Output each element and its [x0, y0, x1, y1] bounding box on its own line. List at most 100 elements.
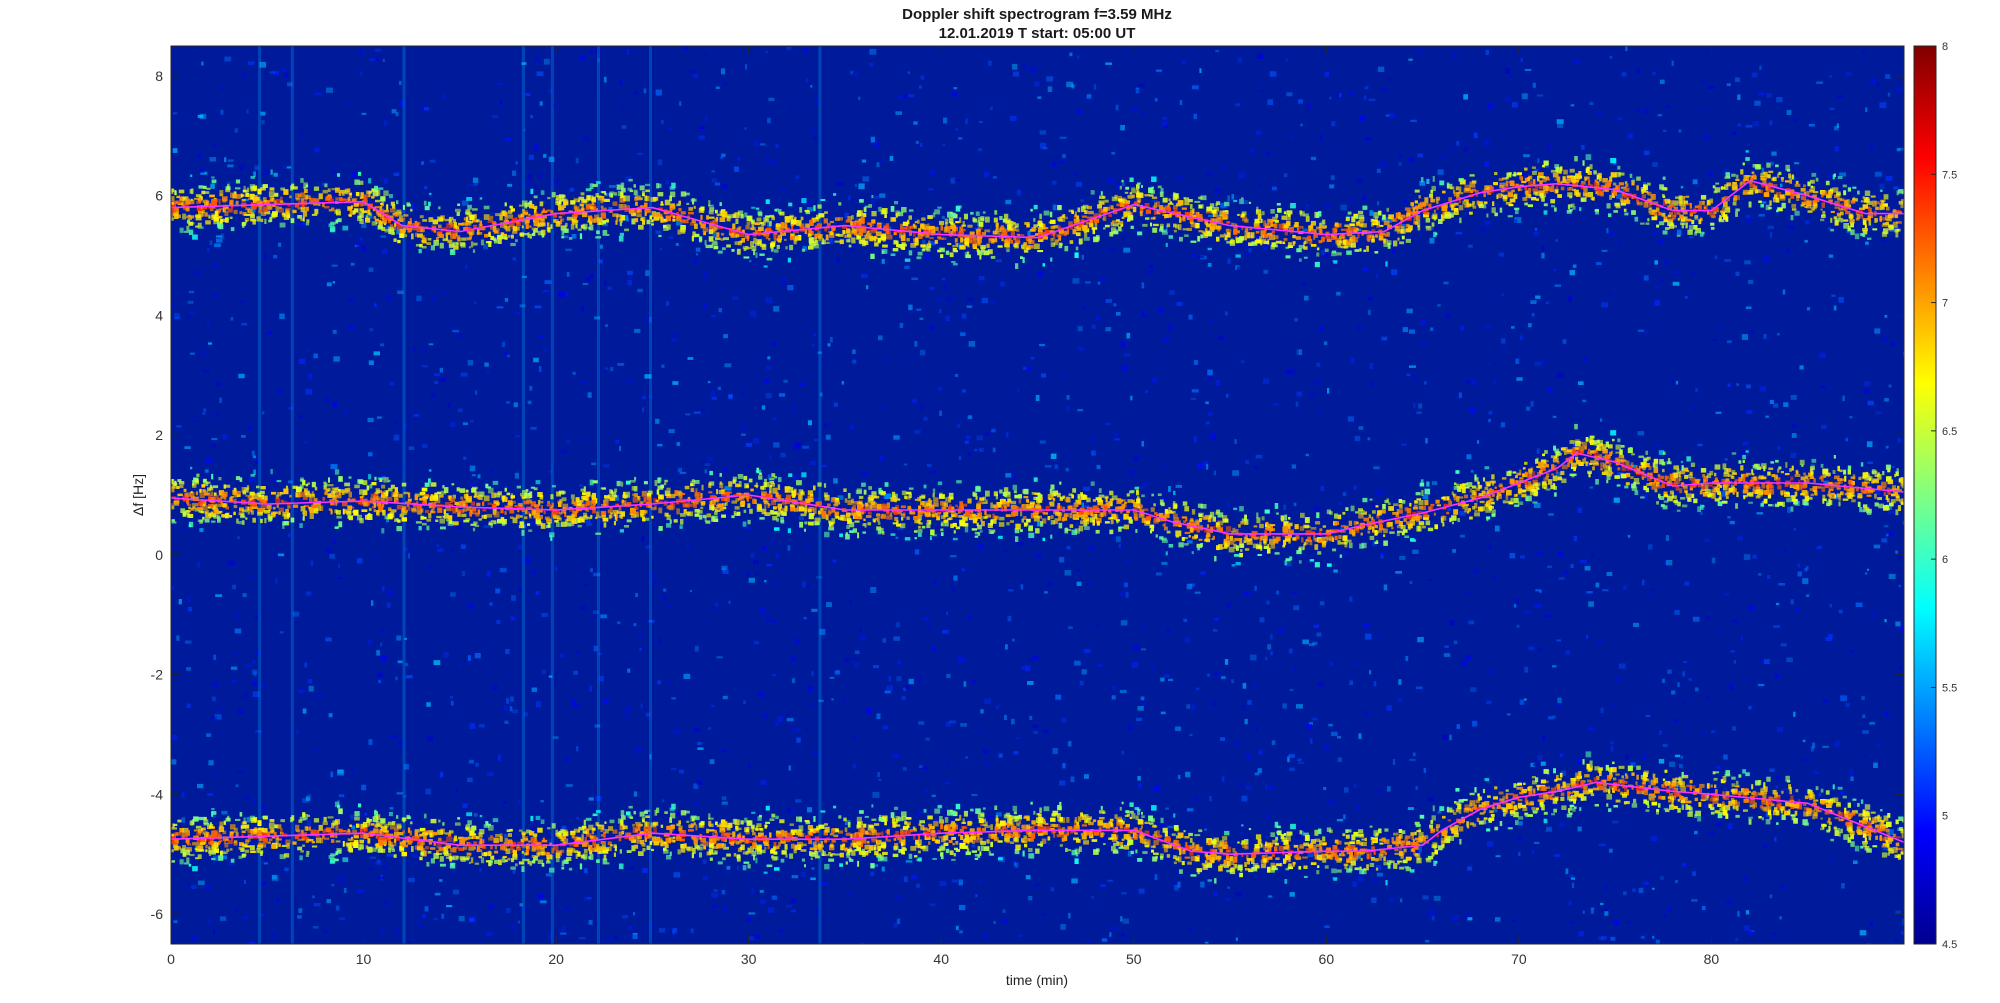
noise-speck	[878, 778, 882, 781]
noise-speck	[1305, 204, 1309, 207]
noise-speck	[263, 254, 268, 259]
band-speck	[769, 214, 775, 218]
noise-speck	[437, 548, 444, 552]
noise-speck	[388, 589, 393, 596]
chart-subtitle: 12.01.2019 T start: 05:00 UT	[939, 25, 1136, 42]
noise-speck	[186, 667, 191, 671]
noise-speck	[800, 871, 806, 877]
noise-speck	[1329, 184, 1335, 189]
noise-speck	[1041, 913, 1045, 917]
noise-speck	[205, 458, 213, 464]
band-speck	[363, 194, 366, 201]
noise-speck	[252, 800, 255, 803]
band-speck	[589, 216, 593, 221]
noise-speck	[1756, 512, 1764, 515]
band-speck	[864, 234, 870, 240]
band-speck	[1414, 200, 1418, 204]
band-speck	[1237, 213, 1240, 216]
noise-speck	[1714, 255, 1718, 260]
noise-speck	[1353, 663, 1357, 667]
noise-speck	[1483, 140, 1490, 146]
band-speck	[592, 183, 598, 187]
noise-speck	[929, 325, 934, 331]
band-speck	[171, 217, 174, 221]
noise-speck	[252, 681, 258, 686]
band-speck	[322, 189, 328, 194]
noise-speck	[440, 771, 444, 778]
noise-speck	[1888, 384, 1892, 388]
noise-speck	[1899, 147, 1904, 151]
noise-speck	[584, 868, 588, 874]
band-speck	[1569, 168, 1575, 173]
band-speck	[452, 241, 459, 247]
noise-speck	[722, 695, 728, 700]
noise-speck	[619, 446, 622, 451]
band-speck	[447, 239, 453, 243]
noise-speck	[1350, 198, 1354, 203]
noise-speck	[954, 374, 959, 377]
band-speck	[1623, 208, 1627, 212]
noise-speck	[298, 222, 305, 227]
noise-speck	[1030, 357, 1035, 360]
noise-speck	[486, 570, 491, 577]
noise-speck	[273, 255, 278, 259]
noise-speck	[1537, 755, 1543, 761]
noise-speck	[667, 682, 672, 685]
noise-speck	[172, 148, 178, 153]
noise-speck	[683, 673, 691, 679]
noise-speck	[1183, 618, 1188, 622]
noise-speck	[1888, 573, 1896, 580]
noise-speck	[213, 929, 216, 934]
band-speck	[585, 188, 592, 192]
band-speck	[1710, 222, 1715, 226]
noise-speck	[776, 585, 779, 588]
noise-speck	[1267, 99, 1273, 105]
noise-speck	[702, 876, 709, 880]
noise-speck	[1659, 79, 1665, 84]
band-speck	[1405, 228, 1412, 233]
noise-speck	[527, 400, 532, 405]
noise-speck	[707, 381, 711, 384]
band-speck	[383, 210, 389, 213]
noise-speck	[1192, 85, 1199, 90]
band-speck	[1508, 172, 1512, 176]
noise-speck	[638, 633, 643, 639]
noise-speck	[211, 443, 216, 448]
noise-speck	[627, 867, 634, 870]
band-speck	[1513, 193, 1518, 200]
band-speck	[644, 211, 647, 216]
noise-speck	[1137, 776, 1141, 781]
noise-speck	[929, 903, 936, 907]
noise-speck	[450, 549, 453, 552]
noise-speck	[1727, 383, 1731, 387]
noise-speck	[426, 702, 431, 707]
noise-speck	[1161, 466, 1165, 470]
noise-speck	[429, 565, 433, 569]
noise-speck	[1737, 535, 1743, 541]
noise-speck	[1769, 120, 1773, 126]
band-speck	[1788, 173, 1791, 179]
band-speck	[230, 192, 236, 198]
noise-speck	[224, 56, 232, 62]
band-speck	[270, 169, 273, 175]
noise-speck	[1224, 898, 1231, 901]
band-speck	[771, 248, 774, 252]
band-speck	[1277, 208, 1281, 213]
noise-speck	[1154, 874, 1158, 880]
band-speck	[198, 185, 204, 189]
noise-speck	[1093, 84, 1096, 90]
band-speck	[947, 242, 952, 245]
noise-speck	[1618, 241, 1621, 245]
noise-speck	[1500, 422, 1506, 428]
noise-speck	[359, 71, 363, 76]
noise-speck	[1845, 437, 1849, 442]
noise-speck	[424, 906, 429, 912]
noise-speck	[852, 359, 857, 364]
noise-speck	[1062, 763, 1066, 769]
noise-speck	[950, 177, 956, 184]
noise-speck	[813, 136, 817, 141]
noise-speck	[380, 655, 387, 661]
noise-speck	[693, 411, 701, 414]
noise-speck	[1627, 133, 1634, 139]
noise-speck	[359, 50, 363, 56]
